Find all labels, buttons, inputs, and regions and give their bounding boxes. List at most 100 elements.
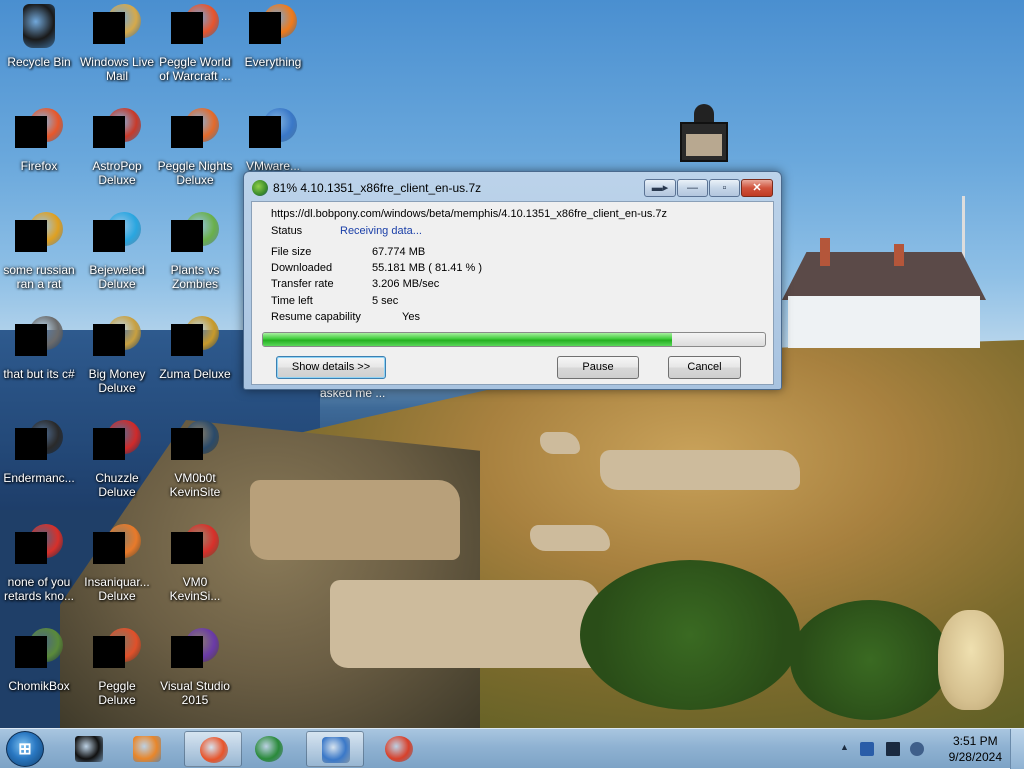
status-value: Receiving data... bbox=[340, 225, 422, 237]
hide-button[interactable]: ▬▸ bbox=[644, 179, 676, 197]
desktop-icon-label: Peggle World of Warcraft ... bbox=[159, 55, 231, 83]
desktop-icon[interactable]: Insaniquar... Deluxe bbox=[78, 524, 156, 603]
desktop-icon-label: Firefox bbox=[20, 159, 58, 173]
desktop-icon[interactable]: Peggle World of Warcraft ... bbox=[156, 4, 234, 83]
maximize-icon: ▫ bbox=[722, 182, 727, 194]
desktop-icon-label: Windows Live Mail bbox=[79, 55, 155, 83]
taskbar-idm[interactable] bbox=[240, 731, 298, 767]
windows-live-mail-icon bbox=[93, 4, 141, 52]
transfer-rate-value: 3.206 MB/sec bbox=[372, 278, 440, 290]
opera-icon bbox=[15, 524, 63, 572]
rock bbox=[540, 432, 580, 454]
minimize-button[interactable]: — bbox=[677, 179, 708, 197]
desktop-icon[interactable]: Visual Studio 2015 bbox=[156, 628, 234, 707]
dialog-title: 81% 4.10.1351_x86fre_client_en-us.7z bbox=[273, 181, 482, 195]
resume-capability-value: Yes bbox=[402, 311, 420, 323]
clock-date: 9/28/2024 bbox=[948, 750, 1002, 764]
desktop-icon[interactable]: none of you retards kno... bbox=[0, 524, 78, 603]
desktop-icon[interactable]: Peggle Deluxe bbox=[78, 628, 156, 707]
downloaded-value: 55.181 MB ( 81.41 % ) bbox=[372, 262, 483, 274]
desktop-icon[interactable]: Peggle Nights Deluxe bbox=[156, 108, 234, 187]
rock bbox=[600, 450, 800, 490]
rock bbox=[250, 480, 460, 560]
dialog-titlebar[interactable]: 81% 4.10.1351_x86fre_client_en-us.7z ▬▸ … bbox=[244, 172, 781, 202]
action-center-icon[interactable] bbox=[860, 742, 874, 756]
show-details-button[interactable]: Show details >> bbox=[276, 356, 386, 379]
chomikbox-icon bbox=[15, 628, 63, 676]
desktop-icon-label: Everything bbox=[244, 55, 302, 69]
desktop-icon-label: VM0 KevinSi... bbox=[169, 575, 221, 603]
volume-icon[interactable] bbox=[910, 742, 924, 756]
desktop-icon[interactable]: Firefox bbox=[0, 108, 78, 173]
desktop-icon[interactable]: Big Money Deluxe bbox=[78, 316, 156, 395]
taskbar-firefox[interactable] bbox=[184, 731, 242, 767]
insaniquarium-icon bbox=[93, 524, 141, 572]
close-button[interactable]: ✕ bbox=[741, 179, 773, 197]
desktop-icon[interactable]: Windows Live Mail bbox=[78, 4, 156, 83]
desktop-icon[interactable]: Plants vs Zombies bbox=[156, 212, 234, 291]
desktop-icon[interactable]: VM0 KevinSi... bbox=[156, 524, 234, 603]
pause-button[interactable]: Pause bbox=[557, 356, 639, 379]
desktop-icon[interactable]: Zuma Deluxe bbox=[156, 316, 234, 381]
shrub bbox=[790, 600, 950, 720]
desktop-icon[interactable]: some russian ran a rat bbox=[0, 212, 78, 291]
plants-vs-zombies-icon bbox=[171, 212, 219, 260]
taskbar-app-1[interactable] bbox=[60, 731, 118, 767]
desktop-icon[interactable]: Chuzzle Deluxe bbox=[78, 420, 156, 499]
file-size-label: File size bbox=[271, 246, 312, 258]
desktop-icon-label: Insaniquar... Deluxe bbox=[84, 575, 150, 603]
desktop-icon-label: Peggle Deluxe bbox=[98, 679, 136, 707]
desktop-icon-label: Plants vs Zombies bbox=[170, 263, 220, 291]
desktop-icon[interactable]: Recycle Bin bbox=[0, 4, 78, 69]
dialog-body: https://dl.bobpony.com/windows/beta/memp… bbox=[251, 201, 774, 385]
taskbar-vmware[interactable] bbox=[306, 731, 364, 767]
taskbar-chrome[interactable] bbox=[370, 731, 428, 767]
show-desktop-button[interactable] bbox=[1010, 729, 1024, 769]
bejeweled-icon bbox=[93, 212, 141, 260]
file-icon bbox=[171, 420, 219, 468]
big-money-icon bbox=[93, 316, 141, 364]
desktop-icon-label: Zuma Deluxe bbox=[159, 367, 231, 381]
astropop-icon bbox=[93, 108, 141, 156]
clock-time: 3:51 PM bbox=[952, 734, 998, 748]
network-icon[interactable] bbox=[886, 742, 900, 756]
transfer-rate-label: Transfer rate bbox=[271, 278, 334, 290]
clock[interactable]: 3:51 PM 9/28/2024 bbox=[949, 733, 1002, 765]
time-left-value: 5 sec bbox=[372, 295, 399, 307]
desktop-icon-label: Chuzzle Deluxe bbox=[95, 471, 139, 499]
desktop-icon-label: Big Money Deluxe bbox=[88, 367, 146, 395]
desktop-icon-label: Recycle Bin bbox=[7, 55, 71, 69]
download-manager-icon bbox=[252, 180, 268, 196]
download-progress-bar bbox=[262, 332, 766, 347]
desktop-icon[interactable]: VMware... bbox=[234, 108, 312, 173]
system-tray: ▲ 3:51 PM 9/28/2024 bbox=[834, 729, 1024, 769]
desktop-icon[interactable]: that but its c# bbox=[0, 316, 78, 381]
peggle-nights-icon bbox=[171, 108, 219, 156]
desktop-icon[interactable]: VM0b0t KevinSite bbox=[156, 420, 234, 499]
desktop-icon-label: Visual Studio 2015 bbox=[160, 679, 230, 707]
taskbar: ⊞ ▲ 3:51 PM 9/28/2024 bbox=[0, 728, 1024, 769]
cancel-button[interactable]: Cancel bbox=[668, 356, 741, 379]
desktop-icon-label: Bejeweled Deluxe bbox=[89, 263, 145, 291]
maximize-button[interactable]: ▫ bbox=[709, 179, 740, 197]
zuma-icon bbox=[171, 316, 219, 364]
chrome-icon bbox=[385, 736, 413, 762]
desktop-icon-label: ChomikBox bbox=[8, 679, 70, 693]
rock bbox=[330, 580, 600, 668]
desktop-icon[interactable]: Bejeweled Deluxe bbox=[78, 212, 156, 291]
taskbar-media-player[interactable] bbox=[118, 731, 176, 767]
desktop-icon[interactable]: ChomikBox bbox=[0, 628, 78, 693]
desktop-icon[interactable]: AstroPop Deluxe bbox=[78, 108, 156, 187]
arrow-right-icon: ▬▸ bbox=[651, 182, 669, 194]
black-app-icon bbox=[75, 736, 103, 762]
desktop-icon[interactable]: Endermanc... bbox=[0, 420, 78, 485]
minimize-icon: — bbox=[687, 182, 698, 194]
tray-chevron-icon[interactable]: ▲ bbox=[840, 742, 854, 756]
file-icon bbox=[15, 316, 63, 364]
peggle-icon bbox=[171, 4, 219, 52]
desktop-icon-label: AstroPop Deluxe bbox=[92, 159, 142, 187]
start-button[interactable]: ⊞ bbox=[6, 731, 44, 767]
desktop-icon[interactable]: Everything bbox=[234, 4, 312, 69]
visual-studio-icon bbox=[171, 628, 219, 676]
firefox-icon bbox=[15, 108, 63, 156]
